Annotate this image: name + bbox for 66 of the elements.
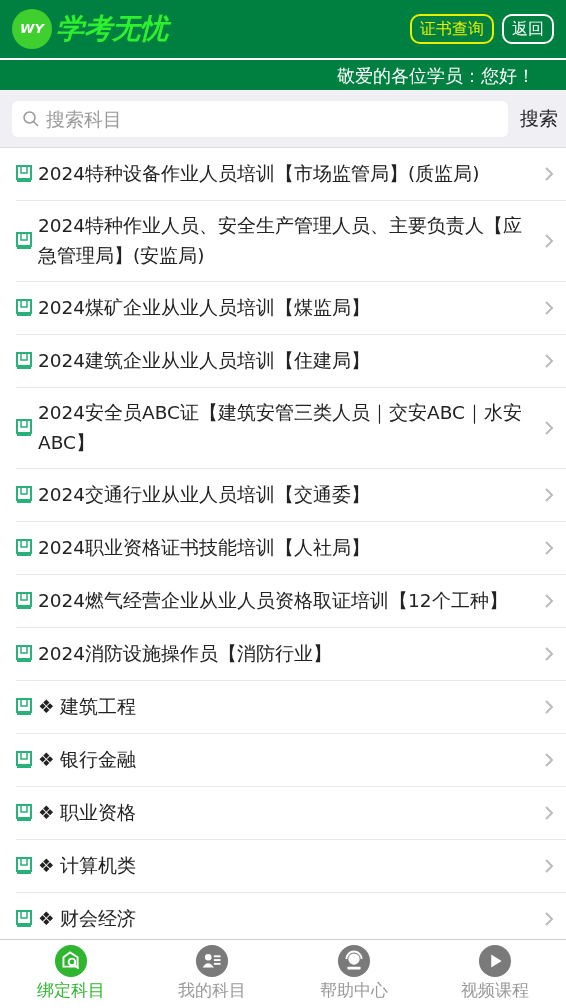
book-icon (16, 910, 32, 928)
book-icon (16, 751, 32, 769)
back-button[interactable]: 返回 (502, 14, 554, 44)
subject-label: 2024消防设施操作员【消防行业】 (38, 642, 334, 666)
notice-text: 敬爱的各位学员：您好！ (336, 63, 535, 88)
chevron-right-icon (544, 646, 554, 662)
subject-item[interactable]: 2024燃气经营企业从业人员资格取证培训【12个工种】 (16, 575, 566, 628)
search-icon (22, 109, 40, 128)
book-icon (16, 352, 32, 370)
subject-label: 2024特种作业人员、安全生产管理人员、主要负责人【应急管理局】(安监局) (38, 214, 524, 268)
support-icon (336, 944, 371, 979)
chevron-right-icon (544, 233, 554, 249)
chevron-right-icon (544, 752, 554, 768)
chevron-right-icon (544, 593, 554, 609)
book-icon (16, 645, 32, 663)
subject-item[interactable]: 2024安全员ABC证【建筑安管三类人员｜交安ABC｜水安ABC】 (16, 388, 566, 469)
subject-item[interactable]: 2024交通行业从业人员培训【交通委】 (16, 469, 566, 522)
play-icon (478, 944, 513, 979)
logo-mark: WY (12, 9, 52, 49)
home-search-icon (53, 944, 88, 979)
chevron-right-icon (544, 420, 554, 436)
subject-label: 2024职业资格证书技能培训【人社局】 (38, 536, 372, 560)
subject-label: 2024交通行业从业人员培训【交通委】 (38, 483, 372, 507)
subject-item[interactable]: 2024特种作业人员、安全生产管理人员、主要负责人【应急管理局】(安监局) (16, 201, 566, 282)
book-icon (16, 539, 32, 557)
subject-label: 2024安全员ABC证【建筑安管三类人员｜交安ABC｜水安ABC】 (38, 401, 523, 455)
book-icon (16, 486, 32, 504)
profile-icon (195, 944, 230, 979)
subject-label: ❖ 计算机类 (38, 854, 138, 878)
book-icon (16, 857, 32, 875)
chevron-right-icon (544, 487, 554, 503)
subject-label: 2024煤矿企业从业人员培训【煤监局】 (38, 296, 372, 320)
search-button[interactable]: 搜索 (520, 104, 558, 133)
subject-item[interactable]: ❖ 计算机类 (16, 840, 566, 893)
chevron-right-icon (544, 300, 554, 316)
subject-label: ❖ 职业资格 (38, 801, 138, 825)
subject-label: ❖ 财会经济 (38, 907, 138, 931)
book-icon (16, 165, 32, 183)
book-icon (16, 232, 32, 250)
subject-item[interactable]: 2024特种设备作业人员培训【市场监管局】(质监局) (16, 148, 566, 201)
subject-label: ❖ 建筑工程 (38, 695, 138, 719)
subject-item[interactable]: ❖ 职业资格 (16, 787, 566, 840)
subject-label: ❖ 银行金融 (38, 748, 138, 772)
chevron-right-icon (544, 699, 554, 715)
book-icon (16, 299, 32, 317)
chevron-right-icon (544, 166, 554, 182)
chevron-right-icon (544, 353, 554, 369)
chevron-right-icon (544, 858, 554, 874)
book-icon (16, 419, 32, 437)
chevron-right-icon (544, 805, 554, 821)
subject-item[interactable]: 2024煤矿企业从业人员培训【煤监局】 (16, 282, 566, 335)
subject-label: 2024建筑企业从业人员培训【住建局】 (38, 349, 372, 373)
subject-item[interactable]: 2024消防设施操作员【消防行业】 (16, 628, 566, 681)
chevron-right-icon (544, 540, 554, 556)
certificate-query-button[interactable]: 证书查询 (410, 14, 494, 44)
book-icon (16, 804, 32, 822)
subject-item[interactable]: ❖ 建筑工程 (16, 681, 566, 734)
chevron-right-icon (544, 911, 554, 927)
subject-label: 2024燃气经营企业从业人员资格取证培训【12个工种】 (38, 589, 509, 613)
book-icon (16, 698, 32, 716)
search-field[interactable]: 搜索科目 (12, 100, 508, 137)
subject-label: 2024特种设备作业人员培训【市场监管局】(质监局) (38, 162, 481, 186)
subject-item[interactable]: ❖ 银行金融 (16, 734, 566, 787)
subject-item[interactable]: 2024建筑企业从业人员培训【住建局】 (16, 335, 566, 388)
subject-item[interactable]: 2024职业资格证书技能培训【人社局】 (16, 522, 566, 575)
book-icon (16, 592, 32, 610)
